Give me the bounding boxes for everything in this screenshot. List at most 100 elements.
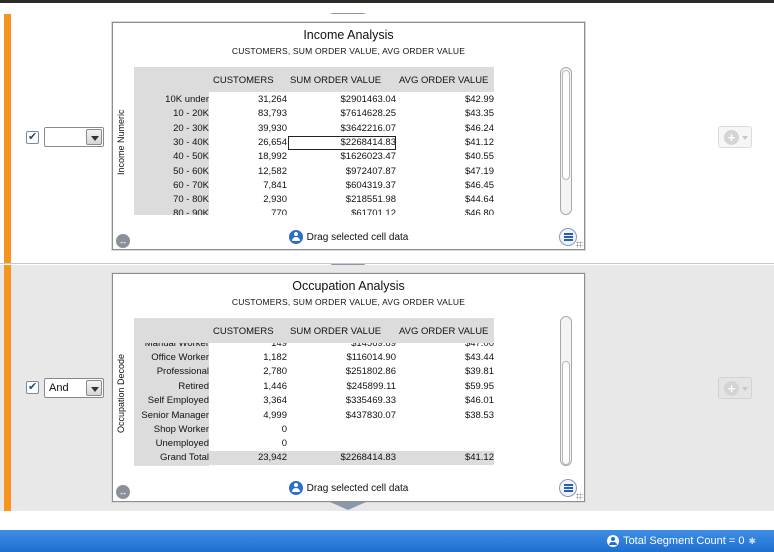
cell-customers[interactable]: 0 (282, 424, 287, 435)
cell-customers[interactable]: 2,930 (263, 194, 287, 205)
drag-hint-text: Drag selected cell data (306, 482, 409, 494)
cell-customers[interactable]: 26,654 (258, 137, 287, 148)
income-grid-scrollbar[interactable] (560, 67, 572, 215)
segment-accent-bar (4, 14, 11, 264)
gear-icon[interactable]: ✱ (748, 536, 756, 547)
panel-subtitle: CUSTOMERS, SUM ORDER VALUE, AVG ORDER VA… (231, 46, 466, 56)
col-header-avg[interactable]: AVG ORDER VALUE (399, 326, 488, 337)
cell-customers[interactable]: 12,582 (258, 166, 287, 177)
cell-customers[interactable]: 2,780 (263, 366, 287, 377)
cell-avg-order-value[interactable]: $38.53 (465, 410, 494, 421)
cell-avg-order-value[interactable]: $44.64 (465, 194, 494, 205)
row-label: Shop Worker (153, 423, 209, 435)
segment-count-text: Total Segment Count = 0 (623, 535, 745, 547)
cell-avg-order-value[interactable]: $46.45 (465, 180, 494, 191)
cell-sum-order-value[interactable]: $437830.07 (346, 410, 396, 421)
cell-sum-order-value[interactable]: $335469.33 (346, 395, 396, 406)
cell-avg-order-value[interactable]: $46.24 (465, 123, 494, 134)
row-label: 80 - 90K (173, 208, 209, 215)
drag-hint[interactable]: Drag selected cell data (113, 230, 584, 244)
table-row: 10K under 31,264 $2901463.04 $42.99 (134, 93, 494, 107)
chevron-down-icon[interactable] (86, 129, 102, 145)
cell-sum-order-value[interactable]: $251802.86 (346, 366, 396, 377)
table-row: 10 - 20K 83,793 $7614628.25 $43.35 (134, 107, 494, 121)
cell-customers[interactable]: 39,930 (258, 123, 287, 134)
row-label: 70 - 80K (173, 194, 209, 206)
cell-avg-order-value[interactable]: $43.44 (465, 352, 494, 363)
cell-sum-order-value[interactable]: $7614628.25 (341, 108, 396, 119)
total-sum[interactable]: $2268414.83 (341, 452, 396, 463)
cell-sum-order-value[interactable]: $1626023.47 (341, 151, 396, 162)
cell-sum-order-value[interactable]: $245899.11 (347, 381, 397, 392)
segment-2-checkbox[interactable] (26, 380, 39, 394)
occupation-grid-scrollbar[interactable] (560, 316, 572, 466)
cell-customers[interactable]: 0 (282, 438, 287, 449)
cell-customers[interactable]: 83,793 (258, 108, 287, 119)
segment-1-operator-select[interactable] (44, 127, 104, 147)
table-row: Office Worker 1,182 $116014.90 $43.44 (134, 351, 494, 365)
cell-customers[interactable]: 1,182 (263, 352, 287, 363)
row-label: Professional (156, 366, 209, 378)
cell-avg-order-value[interactable]: $40.55 (465, 151, 494, 162)
cell-avg-order-value[interactable]: $39.81 (465, 366, 494, 377)
cell-customers[interactable]: 770 (271, 208, 287, 215)
cell-avg-order-value[interactable]: $46.01 (465, 395, 494, 406)
cell-sum-order-value[interactable]: $61701.12 (351, 208, 396, 215)
cell-customers[interactable]: 3,364 (263, 395, 287, 406)
chevron-down-icon[interactable] (86, 380, 102, 396)
row-label: Retired (178, 380, 209, 392)
drag-hint[interactable]: Drag selected cell data (113, 481, 584, 495)
cell-customers[interactable]: 7,841 (263, 180, 287, 191)
table-row: 60 - 70K 7,841 $604319.37 $46.45 (134, 179, 494, 193)
cell-customers[interactable]: 4,999 (263, 410, 287, 421)
scrollbar-thumb[interactable] (562, 70, 570, 180)
cell-sum-order-value[interactable]: $116014.90 (347, 352, 397, 363)
col-header-sum[interactable]: SUM ORDER VALUE (290, 75, 381, 86)
table-row: 20 - 30K 39,930 $3642216.07 $46.24 (134, 122, 494, 136)
chevron-down-icon (742, 136, 748, 140)
person-icon (607, 535, 620, 547)
cell-customers[interactable]: 31,264 (258, 94, 287, 105)
grand-total-row: Grand Total 23,942 $2268414.83 $41.12 (134, 451, 494, 466)
cell-sum-order-value[interactable]: $2901463.04 (341, 94, 396, 105)
cell-avg-order-value[interactable]: $47.19 (465, 166, 494, 177)
col-header-customers[interactable]: CUSTOMERS (213, 75, 274, 86)
cell-avg-order-value[interactable]: $59.95 (465, 381, 494, 392)
resize-grip[interactable] (576, 493, 583, 500)
drag-hint-text: Drag selected cell data (306, 231, 409, 243)
selected-cell[interactable] (288, 136, 396, 150)
segment-2-add-button[interactable]: + (718, 377, 752, 399)
cell-sum-order-value[interactable]: $218551.98 (346, 194, 396, 205)
cell-sum-order-value[interactable]: $3642216.07 (341, 123, 396, 134)
cell-sum-order-value[interactable]: $972407.87 (346, 166, 396, 177)
segment-accent-bar (4, 265, 11, 511)
panel-title: Occupation Analysis (292, 279, 405, 293)
total-customers[interactable]: 23,942 (258, 452, 287, 463)
operator-value: And (49, 382, 69, 394)
row-dimension-label: Occupation Decode (116, 353, 126, 433)
cell-customers[interactable]: 18,992 (258, 151, 287, 162)
col-header-customers[interactable]: CUSTOMERS (213, 326, 274, 337)
swap-icon[interactable]: ↔ (116, 234, 130, 248)
col-header-sum[interactable]: SUM ORDER VALUE (290, 326, 381, 337)
total-label: Grand Total (160, 452, 209, 463)
cell-customers[interactable]: 1,446 (263, 381, 287, 392)
col-header-avg[interactable]: AVG ORDER VALUE (399, 75, 488, 86)
cell-sum-order-value[interactable]: $604319.37 (346, 180, 396, 191)
cell-avg-order-value[interactable]: $41.12 (465, 137, 494, 148)
list-icon[interactable] (559, 479, 577, 497)
grid-header: CUSTOMERS SUM ORDER VALUE AVG ORDER VALU… (134, 318, 494, 343)
scrollbar-thumb[interactable] (562, 361, 570, 465)
row-label: Senior Manager (141, 409, 209, 421)
resize-grip[interactable] (576, 241, 583, 248)
segment-1-checkbox[interactable] (26, 130, 39, 144)
list-icon[interactable] (559, 228, 577, 246)
cell-avg-order-value[interactable]: $42.99 (465, 94, 494, 105)
connector-arrow-bottom (330, 502, 366, 510)
segment-2-operator-select[interactable]: And (44, 378, 104, 398)
swap-icon[interactable]: ↔ (116, 485, 130, 499)
segment-1-add-button[interactable]: + (718, 126, 752, 148)
cell-avg-order-value[interactable]: $46.80 (465, 208, 494, 215)
total-avg[interactable]: $41.12 (465, 452, 494, 463)
cell-avg-order-value[interactable]: $43.35 (465, 108, 494, 119)
